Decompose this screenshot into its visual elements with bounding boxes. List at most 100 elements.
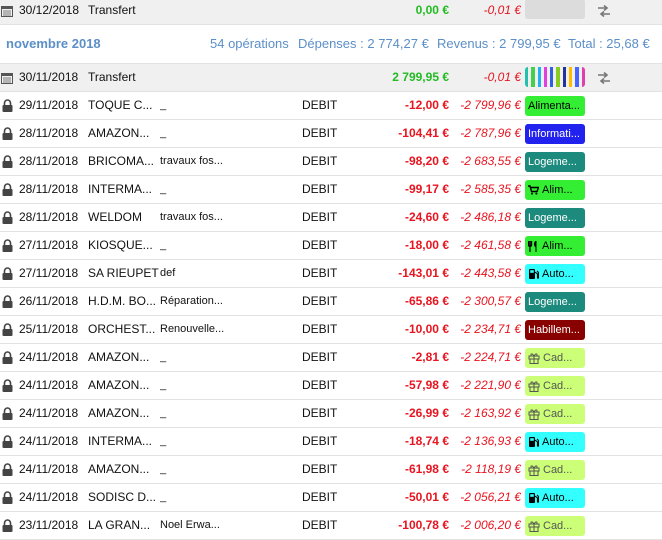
transaction-date: 30/11/2018 (19, 70, 79, 84)
transaction-date: 29/11/2018 (19, 98, 79, 112)
transaction-amount: -50,01 € (404, 490, 449, 504)
category-badge[interactable] (525, 0, 585, 19)
transfer-row[interactable]: 30/12/2018 Transfert 0,00 € -0,01 € (0, 0, 662, 25)
running-balance: -2 136,93 € (460, 434, 521, 448)
transaction-row[interactable]: 24/11/2018 AMAZON... _ DEBIT -57,98 € -2… (0, 372, 662, 400)
transaction-row[interactable]: 24/11/2018 INTERMA... _ DEBIT -18,74 € -… (0, 428, 662, 456)
lock-icon (0, 372, 14, 399)
running-balance: -2 683,55 € (460, 154, 521, 168)
category-label: Auto... (542, 492, 574, 504)
category-badge[interactable]: Auto... (525, 432, 585, 452)
transfer-arrows-icon[interactable] (595, 0, 613, 24)
category-badge[interactable]: Auto... (525, 488, 585, 508)
transaction-memo: travaux fos... (160, 155, 223, 167)
running-balance: -2 163,92 € (460, 406, 521, 420)
transaction-date: 30/12/2018 (19, 3, 80, 17)
lock-icon (0, 148, 14, 175)
category-stripe (525, 67, 529, 87)
transaction-date: 27/11/2018 (19, 266, 79, 280)
transaction-payee: TOQUE C... (88, 98, 153, 112)
category-label: Auto... (542, 268, 574, 280)
multi-category-badge[interactable] (525, 67, 585, 87)
transaction-row[interactable]: 29/11/2018 TOQUE C... _ DEBIT -12,00 € -… (0, 92, 662, 120)
transaction-payee: AMAZON... (88, 406, 150, 420)
transaction-amount: 0,00 € (415, 3, 449, 17)
fuel-pump-icon (528, 492, 539, 504)
running-balance: -2 443,58 € (460, 266, 521, 280)
transaction-row[interactable]: 23/11/2018 LA GRAN... Noel Erwa... DEBIT… (0, 512, 662, 540)
transaction-row[interactable]: 27/11/2018 SA RIEUPET def DEBIT -143,01 … (0, 260, 662, 288)
transaction-type: DEBIT (302, 490, 338, 504)
category-stripe (550, 67, 554, 87)
lock-icon (0, 484, 14, 511)
transaction-row[interactable]: 24/11/2018 AMAZON... _ DEBIT -2,81 € -2 … (0, 344, 662, 372)
transaction-row[interactable]: 28/11/2018 INTERMA... _ DEBIT -99,17 € -… (0, 176, 662, 204)
category-label: Logeme... (528, 296, 577, 308)
category-badge[interactable]: Cad... (525, 376, 585, 396)
category-badge[interactable]: Alimenta... (525, 96, 585, 116)
category-badge[interactable]: Informati... (525, 124, 585, 144)
category-badge[interactable]: Alim... (525, 236, 585, 256)
transaction-type: DEBIT (302, 238, 338, 252)
transaction-payee: LA GRAN... (88, 518, 151, 532)
category-badge[interactable]: Logeme... (525, 208, 585, 228)
transaction-date: 28/11/2018 (19, 126, 79, 140)
transaction-payee: SA RIEUPET (88, 266, 159, 280)
gift-icon (528, 520, 540, 532)
transaction-payee: AMAZON... (88, 126, 150, 140)
lock-icon (0, 400, 14, 427)
transaction-row[interactable]: 28/11/2018 BRICOMA... travaux fos... DEB… (0, 148, 662, 176)
category-badge[interactable]: Logeme... (525, 152, 585, 172)
transaction-row[interactable]: 26/11/2018 H.D.M. BO... Réparation... DE… (0, 288, 662, 316)
transaction-date: 28/11/2018 (19, 154, 79, 168)
lock-icon (0, 428, 14, 455)
category-stripe (537, 67, 541, 87)
transaction-type: DEBIT (302, 182, 338, 196)
transaction-row[interactable]: 24/11/2018 AMAZON... _ DEBIT -61,98 € -2… (0, 456, 662, 484)
calendar-icon (0, 0, 14, 24)
transaction-memo: _ (160, 407, 167, 419)
category-badge[interactable]: Cad... (525, 460, 585, 480)
transaction-row[interactable]: 25/11/2018 ORCHEST... Renouvelle... DEBI… (0, 316, 662, 344)
transaction-row[interactable]: 27/11/2018 KIOSQUE... _ DEBIT -18,00 € -… (0, 232, 662, 260)
category-badge[interactable]: Alim... (525, 180, 585, 200)
category-badge[interactable]: Auto... (525, 264, 585, 284)
category-label: Alim... (542, 184, 573, 196)
transaction-amount: -98,20 € (404, 154, 449, 168)
lock-icon (0, 456, 14, 483)
category-label: Cad... (543, 352, 573, 364)
transaction-memo: _ (160, 491, 167, 503)
month-title[interactable]: novembre 2018 (6, 30, 101, 58)
gift-icon (528, 352, 540, 364)
category-badge[interactable]: Cad... (525, 404, 585, 424)
category-label: Cad... (543, 520, 573, 532)
category-label: Habillem... (528, 324, 580, 336)
lock-icon (0, 176, 14, 203)
category-badge[interactable]: Logeme... (525, 292, 585, 312)
transaction-row[interactable]: 24/11/2018 AMAZON... _ DEBIT -26,99 € -2… (0, 400, 662, 428)
calendar-icon (0, 64, 14, 91)
category-badge[interactable]: Habillem... (525, 320, 585, 340)
category-label: Cad... (543, 464, 573, 476)
transaction-payee: Transfert (88, 3, 136, 17)
transaction-row[interactable]: 24/11/2018 SODISC D... _ DEBIT -50,01 € … (0, 484, 662, 512)
transaction-row[interactable]: 28/11/2018 WELDOM travaux fos... DEBIT -… (0, 204, 662, 232)
transaction-amount: -104,41 € (398, 126, 449, 140)
transaction-amount: -99,17 € (404, 182, 449, 196)
transfer-arrows-icon[interactable] (595, 64, 613, 91)
transaction-payee: ORCHEST... (88, 322, 156, 336)
running-balance: -2 006,20 € (460, 518, 521, 532)
transfer-row[interactable]: 30/11/2018 Transfert 2 799,95 € -0,01 € (0, 64, 662, 92)
lock-icon (0, 204, 14, 231)
cutlery-icon (528, 240, 539, 252)
transaction-date: 27/11/2018 (19, 238, 79, 252)
category-stripe (581, 67, 585, 87)
lock-icon (0, 120, 14, 147)
gift-icon (528, 380, 540, 392)
transaction-memo: _ (160, 463, 167, 475)
transaction-memo: _ (160, 435, 167, 447)
transaction-row[interactable]: 28/11/2018 AMAZON... _ DEBIT -104,41 € -… (0, 120, 662, 148)
running-balance: -2 461,58 € (460, 238, 521, 252)
category-badge[interactable]: Cad... (525, 516, 585, 536)
category-badge[interactable]: Cad... (525, 348, 585, 368)
